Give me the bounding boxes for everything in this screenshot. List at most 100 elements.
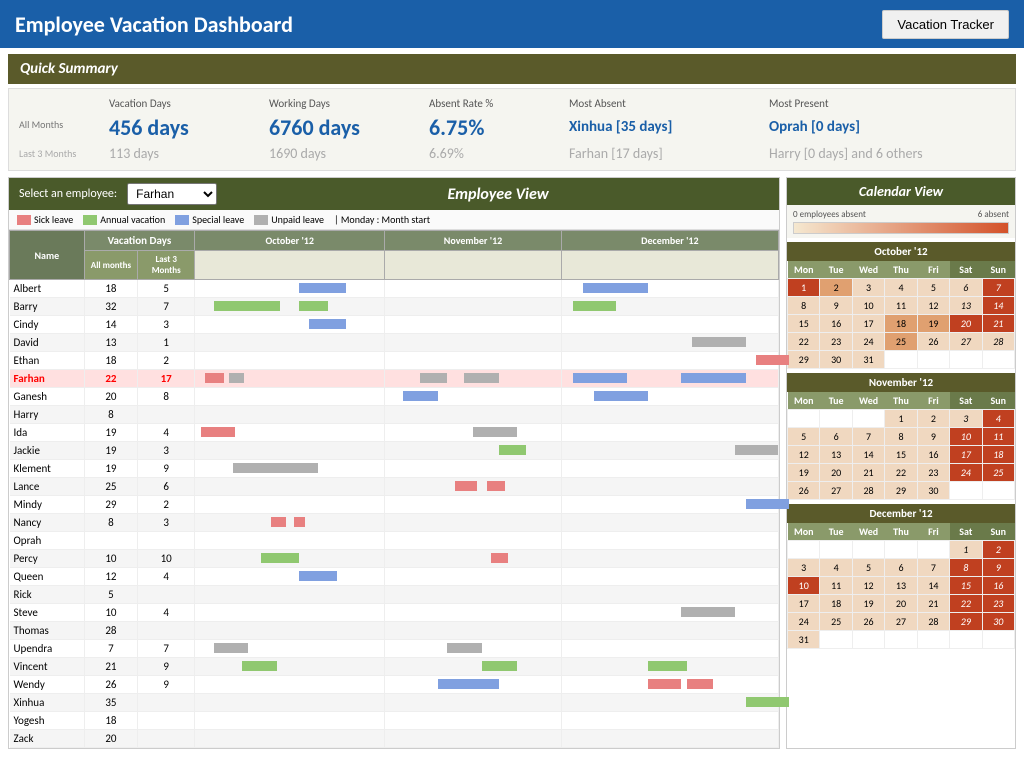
absence-heatbar — [793, 222, 1009, 234]
emp-dec-chart — [561, 298, 778, 316]
cal-day-cell: 24 — [852, 333, 884, 351]
emp-dec-chart — [561, 586, 778, 604]
emp-all-months: 18 — [84, 280, 138, 298]
monday-marker-label: | Monday : Month start — [334, 213, 430, 226]
col-header-absent: Absent Rate % — [429, 95, 569, 112]
cal-month-header: December '12 — [787, 504, 1015, 523]
legend-sick-label: Sick leave — [34, 213, 73, 226]
cal-empty-cell — [852, 541, 884, 559]
emp-last3: 7 — [138, 298, 195, 316]
cal-day-cell: 10 — [950, 428, 982, 446]
cal-day-cell: 1 — [788, 279, 820, 297]
emp-dec-chart — [561, 352, 778, 370]
cal-day-cell: 9 — [917, 428, 949, 446]
emp-oct-chart — [195, 532, 385, 550]
cal-day-cell: 14 — [982, 297, 1014, 315]
vacation-tracker-button[interactable]: Vacation Tracker — [882, 10, 1009, 39]
nov-chart-header — [385, 251, 561, 280]
emp-all-months: 5 — [84, 586, 138, 604]
emp-nov-chart — [385, 604, 561, 622]
emp-dec-chart — [561, 658, 778, 676]
emp-all-months: 10 — [84, 604, 138, 622]
emp-last3: 17 — [138, 370, 195, 388]
employee-dropdown[interactable]: Farhan — [127, 183, 217, 205]
emp-name: Lance — [10, 478, 85, 496]
calendar-month: October '12MonTueWedThuFriSatSun12345678… — [787, 242, 1015, 369]
all-months-subheader: All months — [84, 251, 138, 280]
cal-day-cell: 26 — [917, 333, 949, 351]
cal-dow-header: Fri — [917, 261, 949, 279]
cal-day-cell: 9 — [820, 297, 852, 315]
emp-all-months: 8 — [84, 406, 138, 424]
dec-chart-header — [561, 251, 778, 280]
legend-sick: Sick leave — [17, 213, 73, 226]
cal-dow-header: Sun — [982, 261, 1014, 279]
nov-header: November '12 — [385, 231, 561, 251]
app-header: Employee Vacation Dashboard Vacation Tra… — [0, 0, 1024, 48]
emp-oct-chart — [195, 298, 385, 316]
cal-day-cell: 22 — [788, 333, 820, 351]
cal-day-cell: 25 — [982, 464, 1014, 482]
dec-header: December '12 — [561, 231, 778, 251]
page-title: Employee Vacation Dashboard — [15, 11, 293, 38]
legend-annual: Annual vacation — [83, 213, 165, 226]
emp-dec-chart — [561, 640, 778, 658]
cal-dow-header: Sat — [950, 261, 982, 279]
emp-last3: 4 — [138, 424, 195, 442]
emp-dec-chart — [561, 316, 778, 334]
cal-empty-cell — [917, 631, 949, 649]
emp-all-months: 8 — [84, 514, 138, 532]
cal-day-cell: 7 — [982, 279, 1014, 297]
emp-name: Steve — [10, 604, 85, 622]
emp-dec-chart — [561, 604, 778, 622]
emp-name: Barry — [10, 298, 85, 316]
emp-nov-chart — [385, 532, 561, 550]
emp-dec-chart — [561, 532, 778, 550]
emp-oct-chart — [195, 280, 385, 298]
emp-nov-chart — [385, 730, 561, 748]
emp-dec-chart — [561, 334, 778, 352]
emp-last3: 7 — [138, 640, 195, 658]
legend-unpaid: Unpaid leave — [254, 213, 324, 226]
emp-last3: 3 — [138, 514, 195, 532]
cal-day-cell: 24 — [950, 464, 982, 482]
cal-day-cell: 29 — [788, 351, 820, 369]
emp-name: Ganesh — [10, 388, 85, 406]
legend-special: Special leave — [175, 213, 244, 226]
cal-day-cell: 3 — [788, 559, 820, 577]
cal-day-cell: 8 — [788, 297, 820, 315]
cal-day-cell: 22 — [885, 464, 917, 482]
cal-dow-header: Wed — [852, 261, 884, 279]
cal-empty-cell — [950, 631, 982, 649]
cal-month-table: MonTueWedThuFriSatSun1234567891011121314… — [787, 261, 1015, 369]
emp-last3: 9 — [138, 460, 195, 478]
cal-empty-cell — [917, 351, 949, 369]
cal-dow-header: Mon — [788, 523, 820, 541]
cal-day-cell: 28 — [982, 333, 1014, 351]
cal-day-cell: 2 — [982, 541, 1014, 559]
emp-dec-chart — [561, 694, 778, 712]
cal-dow-header: Mon — [788, 392, 820, 410]
emp-name: Wendy — [10, 676, 85, 694]
cal-month-header: November '12 — [787, 373, 1015, 392]
cal-day-cell: 23 — [820, 333, 852, 351]
vacation-days-col-header: Vacation Days — [84, 231, 195, 251]
cal-empty-cell — [788, 541, 820, 559]
last3-most-absent: Farhan [17 days] — [569, 143, 769, 164]
emp-all-months: 18 — [84, 712, 138, 730]
cal-day-cell: 19 — [788, 464, 820, 482]
calendar-month: December '12MonTueWedThuFriSatSun1234567… — [787, 504, 1015, 649]
emp-all-months: 32 — [84, 298, 138, 316]
calendar-view-title: Calendar View — [787, 178, 1015, 205]
all-months-vacation: 456 days — [109, 112, 269, 143]
emp-last3 — [138, 532, 195, 550]
emp-oct-chart — [195, 388, 385, 406]
emp-all-months: 21 — [84, 658, 138, 676]
last3-vacation: 113 days — [109, 143, 269, 164]
emp-last3 — [138, 712, 195, 730]
cal-day-cell: 11 — [982, 428, 1014, 446]
employee-view-panel: Select an employee: Farhan Employee View… — [8, 177, 780, 749]
cal-day-cell: 1 — [950, 541, 982, 559]
row-label-last3: Last 3 Months — [19, 143, 109, 164]
cal-day-cell: 20 — [950, 315, 982, 333]
